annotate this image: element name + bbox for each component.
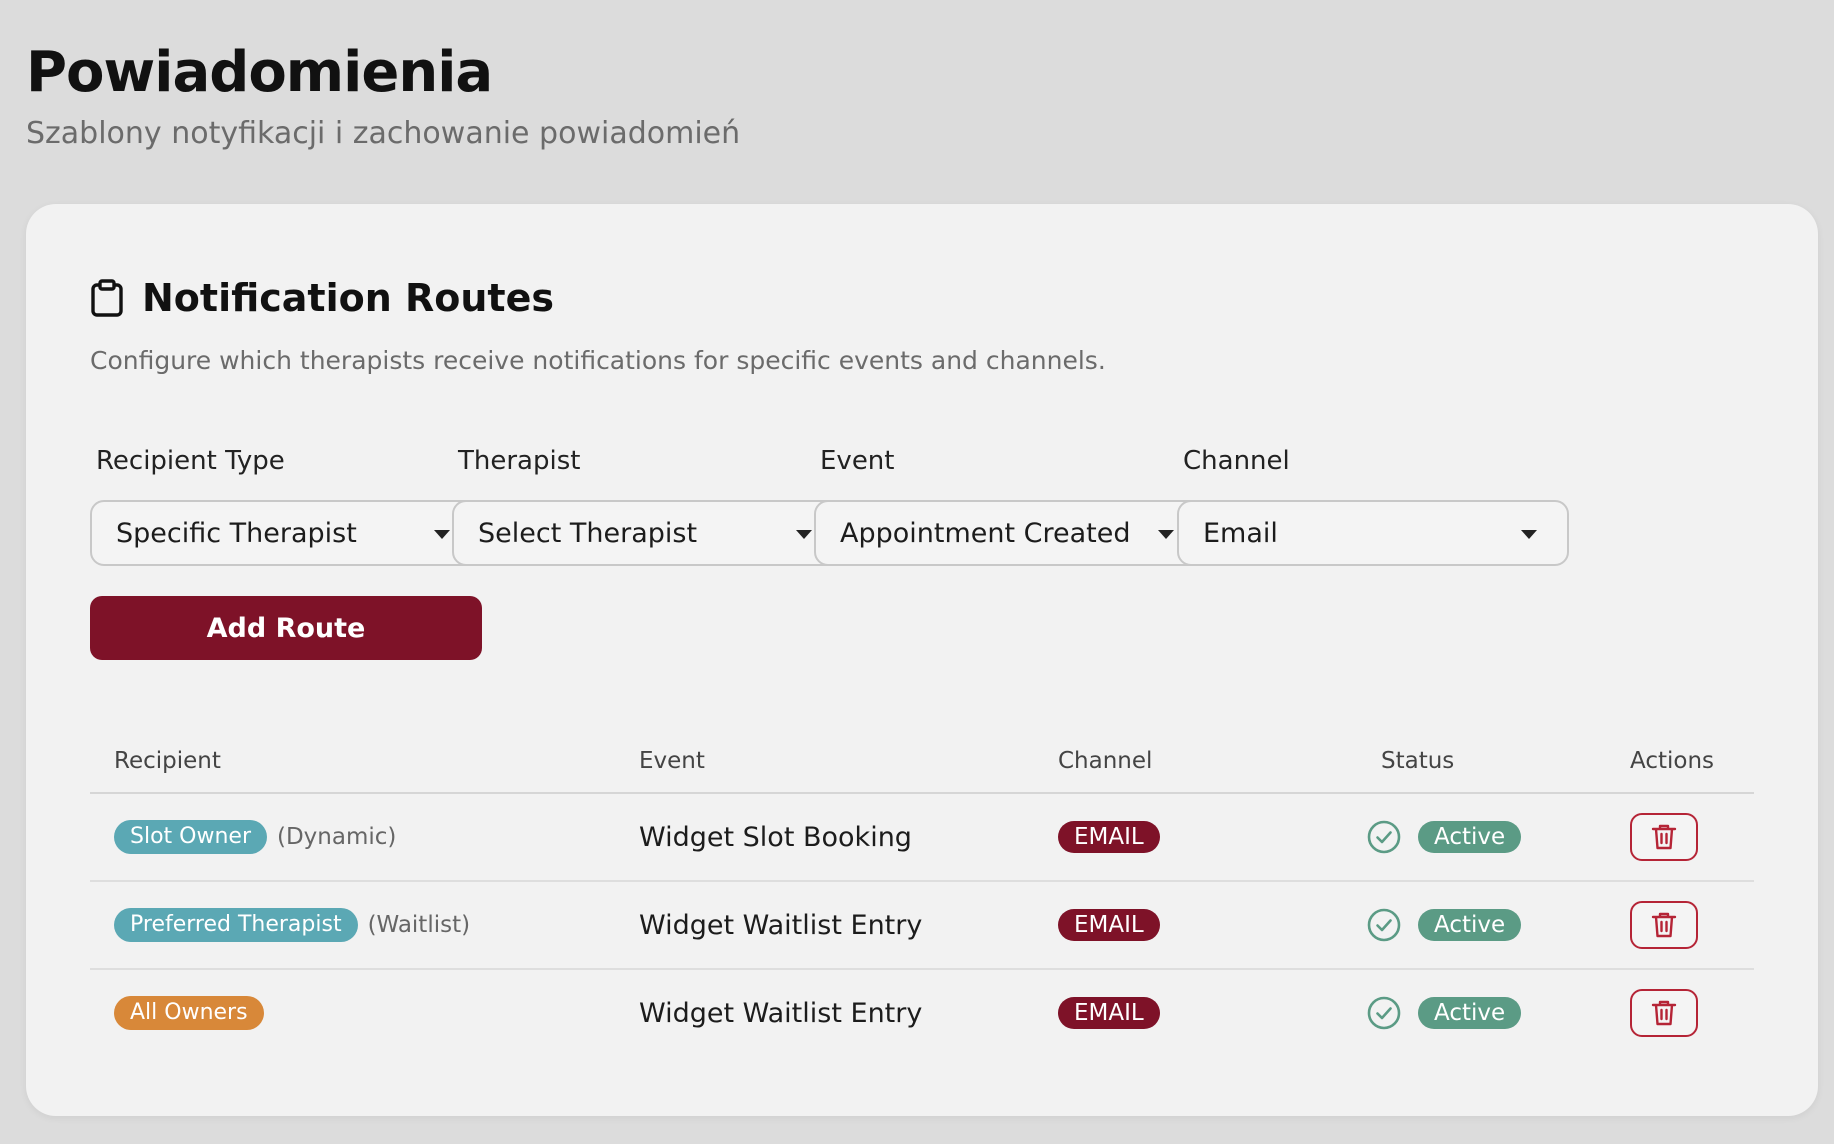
delete-route-button[interactable] bbox=[1630, 901, 1698, 949]
trash-icon bbox=[1651, 912, 1677, 938]
event-value: Appointment Created bbox=[840, 517, 1131, 549]
recipient-type-select[interactable]: Specific Therapist bbox=[90, 500, 482, 566]
notification-routes-card: Notification Routes Configure which ther… bbox=[26, 204, 1818, 1116]
channel-cell: EMAIL bbox=[1058, 794, 1160, 880]
recipient-pill: Preferred Therapist bbox=[114, 908, 358, 942]
channel-badge: EMAIL bbox=[1058, 997, 1160, 1029]
event-cell: Widget Waitlist Entry bbox=[639, 882, 922, 968]
column-header-channel: Channel bbox=[1058, 748, 1153, 774]
column-header-event: Event bbox=[639, 748, 705, 774]
channel-select[interactable]: Email bbox=[1177, 500, 1569, 566]
status-badge: Active bbox=[1418, 997, 1522, 1029]
status-cell: Active bbox=[1366, 882, 1522, 968]
event-cell: Widget Slot Booking bbox=[639, 794, 912, 880]
notifications-page: Powiadomienia Szablony notyfikacji i zac… bbox=[0, 0, 1834, 1144]
card-description: Configure which therapists receive notif… bbox=[90, 346, 1106, 375]
channel-value: Email bbox=[1203, 517, 1278, 549]
routes-table: Recipient Event Channel Status Actions S… bbox=[90, 718, 1754, 1058]
event-select[interactable]: Appointment Created bbox=[814, 500, 1206, 566]
check-circle-icon bbox=[1367, 820, 1401, 854]
status-group: Active bbox=[1366, 819, 1522, 855]
add-route-button[interactable]: Add Route bbox=[90, 596, 482, 660]
table-header: Recipient Event Channel Status Actions bbox=[90, 718, 1754, 794]
event-cell: Widget Waitlist Entry bbox=[639, 970, 922, 1056]
trash-icon bbox=[1651, 1000, 1677, 1026]
event-label: Event bbox=[820, 446, 895, 476]
recipient-type-label: Recipient Type bbox=[96, 446, 285, 476]
delete-route-button[interactable] bbox=[1630, 989, 1698, 1037]
column-header-actions: Actions bbox=[1630, 748, 1715, 774]
trash-icon bbox=[1651, 824, 1677, 850]
channel-cell: EMAIL bbox=[1058, 970, 1160, 1056]
table-row: Slot Owner (Dynamic) Widget Slot Booking… bbox=[90, 794, 1754, 882]
recipient-note: (Dynamic) bbox=[277, 824, 397, 850]
actions-cell bbox=[1630, 970, 1698, 1056]
caret-down-icon bbox=[796, 530, 812, 539]
column-header-status: Status bbox=[1381, 748, 1455, 774]
table-row: Preferred Therapist (Waitlist) Widget Wa… bbox=[90, 882, 1754, 970]
therapist-select[interactable]: Select Therapist bbox=[452, 500, 844, 566]
event-text: Widget Slot Booking bbox=[639, 821, 912, 853]
delete-route-button[interactable] bbox=[1630, 813, 1698, 861]
event-text: Widget Waitlist Entry bbox=[639, 909, 923, 941]
event-text: Widget Waitlist Entry bbox=[639, 997, 923, 1029]
page-title: Powiadomienia bbox=[26, 40, 493, 105]
actions-cell bbox=[1630, 882, 1698, 968]
status-group: Active bbox=[1366, 995, 1522, 1031]
recipient-cell: Slot Owner (Dynamic) bbox=[114, 794, 396, 880]
actions-cell bbox=[1630, 794, 1698, 880]
caret-down-icon bbox=[1158, 530, 1174, 539]
status-group: Active bbox=[1366, 907, 1522, 943]
check-circle-icon bbox=[1367, 908, 1401, 942]
clipboard-icon bbox=[91, 279, 123, 317]
recipient-cell: Preferred Therapist (Waitlist) bbox=[114, 882, 470, 968]
recipient-pill: Slot Owner bbox=[114, 820, 267, 854]
recipient-pill: All Owners bbox=[114, 996, 264, 1030]
channel-badge: EMAIL bbox=[1058, 821, 1160, 853]
status-badge: Active bbox=[1418, 821, 1522, 853]
card-header: Notification Routes bbox=[90, 276, 554, 320]
status-badge: Active bbox=[1418, 909, 1522, 941]
page-subtitle: Szablony notyfikacji i zachowanie powiad… bbox=[26, 116, 741, 151]
recipient-cell: All Owners bbox=[114, 970, 274, 1056]
card-title: Notification Routes bbox=[142, 276, 554, 320]
table-row: All Owners Widget Waitlist Entry EMAIL A… bbox=[90, 970, 1754, 1058]
caret-down-icon bbox=[434, 530, 450, 539]
recipient-note: (Waitlist) bbox=[367, 912, 471, 938]
therapist-value: Select Therapist bbox=[478, 517, 698, 549]
recipient-type-value: Specific Therapist bbox=[116, 517, 357, 549]
caret-down-icon bbox=[1521, 530, 1537, 539]
channel-cell: EMAIL bbox=[1058, 882, 1160, 968]
status-cell: Active bbox=[1366, 794, 1522, 880]
check-circle-icon bbox=[1367, 996, 1401, 1030]
status-cell: Active bbox=[1366, 970, 1522, 1056]
column-header-recipient: Recipient bbox=[114, 748, 221, 774]
channel-badge: EMAIL bbox=[1058, 909, 1160, 941]
therapist-label: Therapist bbox=[458, 446, 581, 476]
channel-label: Channel bbox=[1183, 446, 1290, 476]
